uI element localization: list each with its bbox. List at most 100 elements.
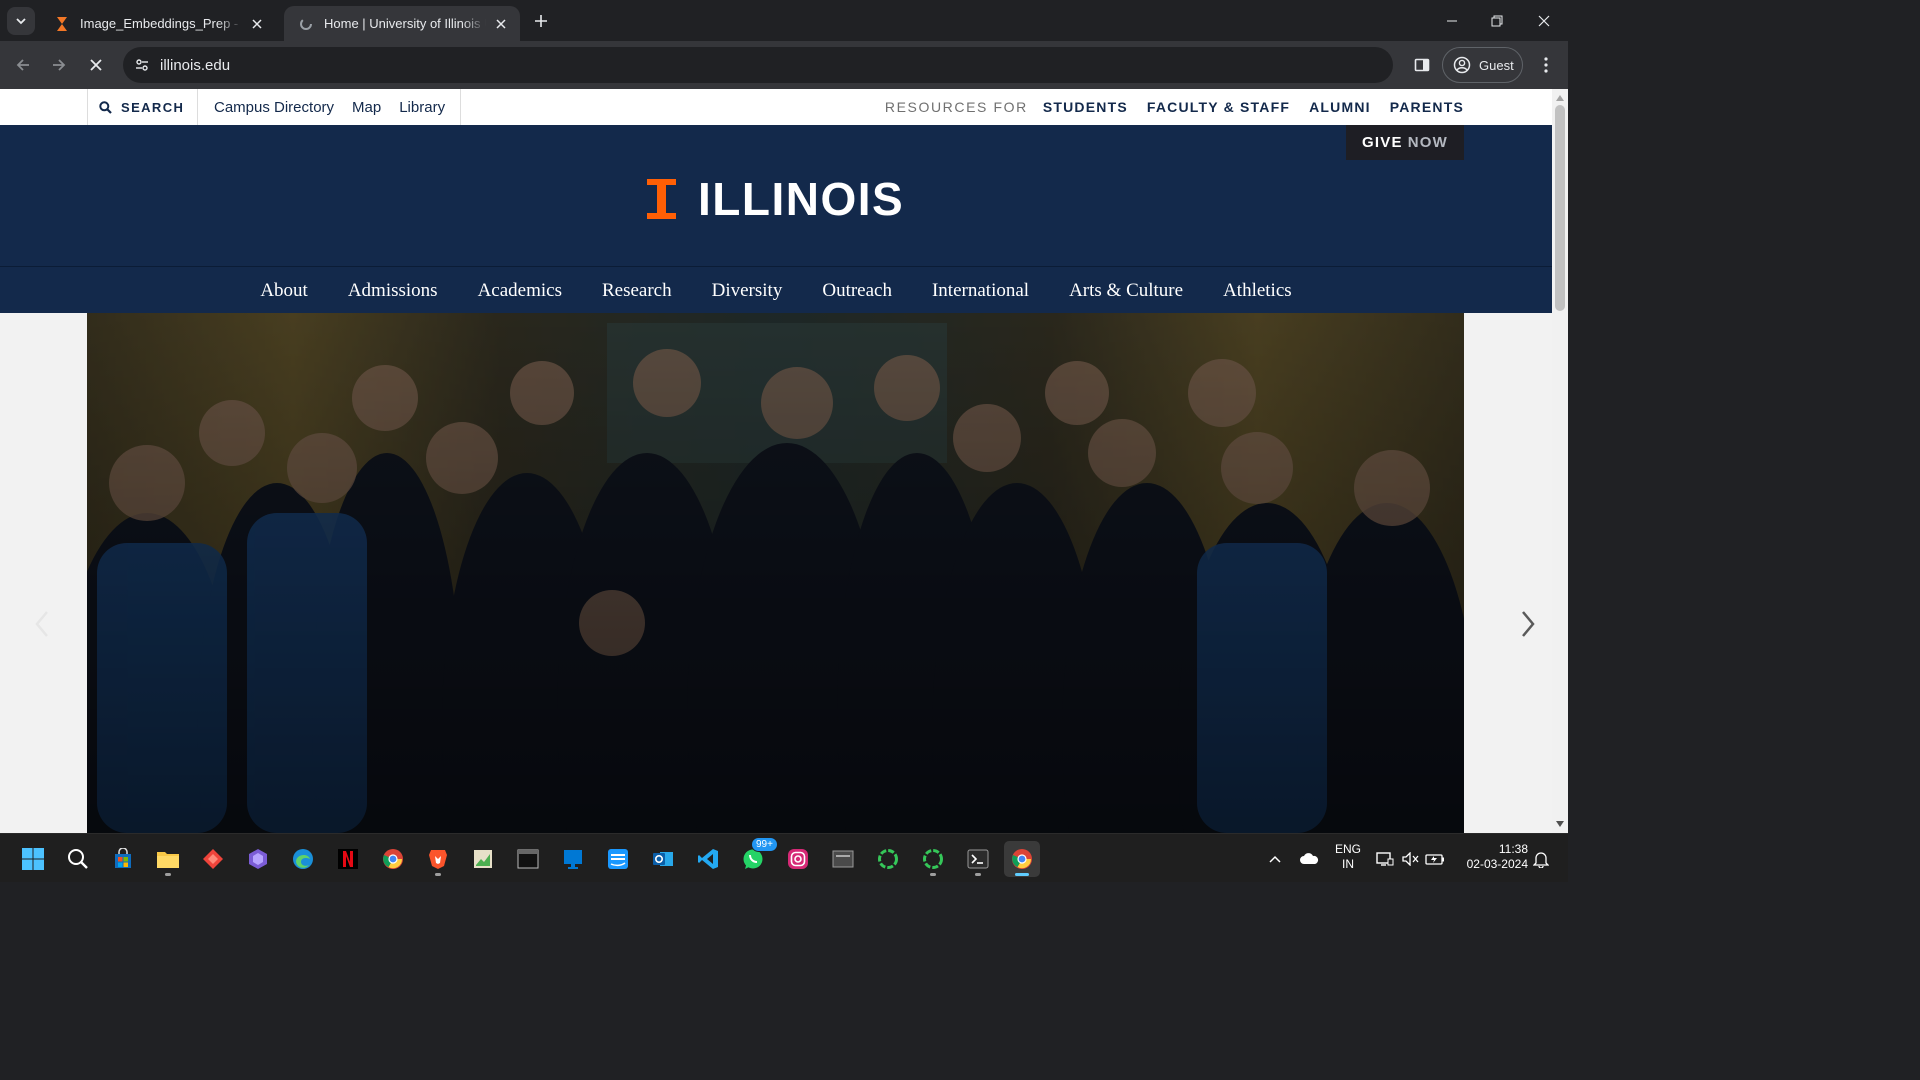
close-icon[interactable] xyxy=(248,15,266,33)
illinois-logo[interactable]: ILLINOIS xyxy=(645,176,904,222)
arrow-right-icon xyxy=(53,59,66,71)
anydesk-app[interactable] xyxy=(195,841,231,877)
hero-photo xyxy=(87,313,1464,833)
terminal-icon xyxy=(967,849,989,869)
nav-diversity[interactable]: Diversity xyxy=(712,278,783,302)
address-bar[interactable]: illinois.edu xyxy=(123,47,1393,83)
scroll-up-arrow[interactable] xyxy=(1552,91,1568,105)
netflix-icon xyxy=(338,849,358,869)
outlook-app[interactable] xyxy=(645,841,681,877)
chrome-app-active[interactable] xyxy=(1004,841,1040,877)
cloud-icon xyxy=(1300,853,1319,864)
edge-app[interactable] xyxy=(285,841,321,877)
file-explorer-app[interactable] xyxy=(150,841,186,877)
monitor-icon xyxy=(564,850,582,869)
nav-outreach[interactable]: Outreach xyxy=(822,278,892,302)
triangle-down-icon xyxy=(1556,821,1564,827)
nav-research[interactable]: Research xyxy=(602,278,672,302)
volume-tray-icon[interactable] xyxy=(1398,841,1424,877)
arrow-left-icon xyxy=(16,59,29,71)
window-icon xyxy=(517,849,539,869)
side-panel-button[interactable] xyxy=(1408,51,1436,79)
new-tab-button[interactable] xyxy=(529,10,553,32)
bell-icon xyxy=(1533,852,1549,868)
nav-academics[interactable]: Academics xyxy=(478,278,562,302)
parents-link[interactable]: PARENTS xyxy=(1390,99,1464,115)
nav-arts-culture[interactable]: Arts & Culture xyxy=(1069,278,1183,302)
tab-search-button[interactable] xyxy=(7,7,35,35)
give-label: GIVE xyxy=(1362,134,1403,151)
students-link[interactable]: STUDENTS xyxy=(1043,99,1128,115)
prime-video-app[interactable] xyxy=(600,841,636,877)
chrome-icon xyxy=(1012,849,1032,869)
system-clock[interactable]: 11:38 02-03-2024 xyxy=(1452,842,1528,872)
vscode-app[interactable] xyxy=(690,841,726,877)
stop-loading-button[interactable] xyxy=(82,51,110,79)
language-indicator[interactable]: ENG IN xyxy=(1333,842,1363,872)
start-button[interactable] xyxy=(15,841,51,877)
chrome-app-pinned[interactable] xyxy=(375,841,411,877)
folder-icon xyxy=(157,852,179,868)
page-scrollbar[interactable] xyxy=(1552,89,1568,833)
site-search-button[interactable]: SEARCH xyxy=(87,89,198,125)
browser-menu-button[interactable] xyxy=(1534,51,1558,79)
scroll-down-arrow[interactable] xyxy=(1552,817,1568,831)
hero-carousel-image[interactable] xyxy=(87,313,1464,833)
running-indicator xyxy=(975,873,981,876)
tab-jupyter[interactable]: Image_Embeddings_Prep - Jupyter xyxy=(40,6,276,41)
masthead: GIVE NOW ILLINOIS xyxy=(0,125,1552,266)
back-button[interactable] xyxy=(9,51,37,79)
search-label: SEARCH xyxy=(121,99,185,115)
spinner-app-2[interactable] xyxy=(915,841,951,877)
carousel-next-button[interactable] xyxy=(1518,607,1538,641)
give-now-button[interactable]: GIVE NOW xyxy=(1346,125,1464,160)
profile-button[interactable]: Guest xyxy=(1442,47,1523,83)
faculty-staff-link[interactable]: FACULTY & STAFF xyxy=(1147,99,1290,115)
netflix-app[interactable] xyxy=(330,841,366,877)
forward-button[interactable] xyxy=(45,51,73,79)
network-tray-icon[interactable] xyxy=(1372,841,1398,877)
minimize-button[interactable] xyxy=(1429,0,1475,41)
remote-desktop-app[interactable] xyxy=(555,841,591,877)
tab-illinois-home[interactable]: Home | University of Illinois Urbana-Cha… xyxy=(284,6,520,41)
scrollbar-thumb[interactable] xyxy=(1555,105,1565,311)
nav-admissions[interactable]: Admissions xyxy=(348,278,438,302)
whatsapp-app[interactable]: 99+ xyxy=(735,837,778,877)
battery-tray-icon[interactable] xyxy=(1422,841,1448,877)
notification-badge: 99+ xyxy=(751,837,778,852)
instagram-app[interactable] xyxy=(780,841,816,877)
nav-international[interactable]: International xyxy=(932,278,1029,302)
window-grey-icon xyxy=(832,850,854,868)
outlook-icon xyxy=(653,852,673,866)
url-text[interactable]: illinois.edu xyxy=(160,57,230,74)
alumni-link[interactable]: ALUMNI xyxy=(1309,99,1371,115)
side-panel-icon xyxy=(1414,58,1430,72)
onedrive-tray-icon[interactable] xyxy=(1294,841,1324,877)
campus-directory-link[interactable]: Campus Directory xyxy=(214,99,334,116)
carousel-prev-button[interactable] xyxy=(32,607,52,641)
hexagon-icon xyxy=(249,849,267,869)
site-info-icon[interactable] xyxy=(131,54,153,76)
terminal-app[interactable] xyxy=(510,841,546,877)
search-icon xyxy=(99,100,112,114)
restore-button[interactable] xyxy=(1474,0,1520,41)
media-app[interactable] xyxy=(825,841,861,877)
close-icon[interactable] xyxy=(492,15,510,33)
window-close-button[interactable] xyxy=(1521,0,1567,41)
hourglass-icon xyxy=(54,16,70,32)
nav-about[interactable]: About xyxy=(260,278,308,302)
copilot-app[interactable] xyxy=(240,841,276,877)
map-link[interactable]: Map xyxy=(352,99,381,116)
powershell-app[interactable] xyxy=(960,841,996,877)
tab-title: Image_Embeddings_Prep - Jupyter xyxy=(80,16,242,31)
spinner-app-1[interactable] xyxy=(870,841,906,877)
photo-editor-app[interactable] xyxy=(465,841,501,877)
library-link[interactable]: Library xyxy=(399,99,445,116)
notification-center-button[interactable] xyxy=(1528,841,1554,877)
microsoft-store-app[interactable] xyxy=(105,841,141,877)
taskbar-search-button[interactable] xyxy=(60,841,96,877)
show-hidden-icons-button[interactable] xyxy=(1260,841,1290,877)
nav-athletics[interactable]: Athletics xyxy=(1223,278,1292,302)
red-diamond-icon xyxy=(203,849,223,869)
brave-app[interactable] xyxy=(420,841,456,877)
